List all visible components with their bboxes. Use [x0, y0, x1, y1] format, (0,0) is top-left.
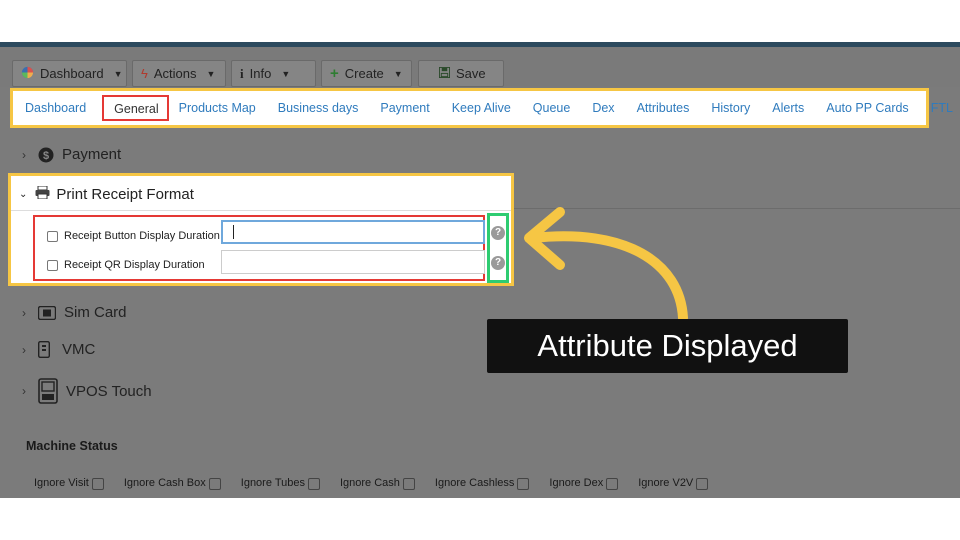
screenshot-stage: Dashboard ▼ ϟ Actions ▼ i Info ▼ + Creat…: [0, 0, 960, 540]
attribute-displayed-callout: Attribute Displayed: [487, 319, 848, 373]
annotation-arrow: [524, 207, 688, 323]
